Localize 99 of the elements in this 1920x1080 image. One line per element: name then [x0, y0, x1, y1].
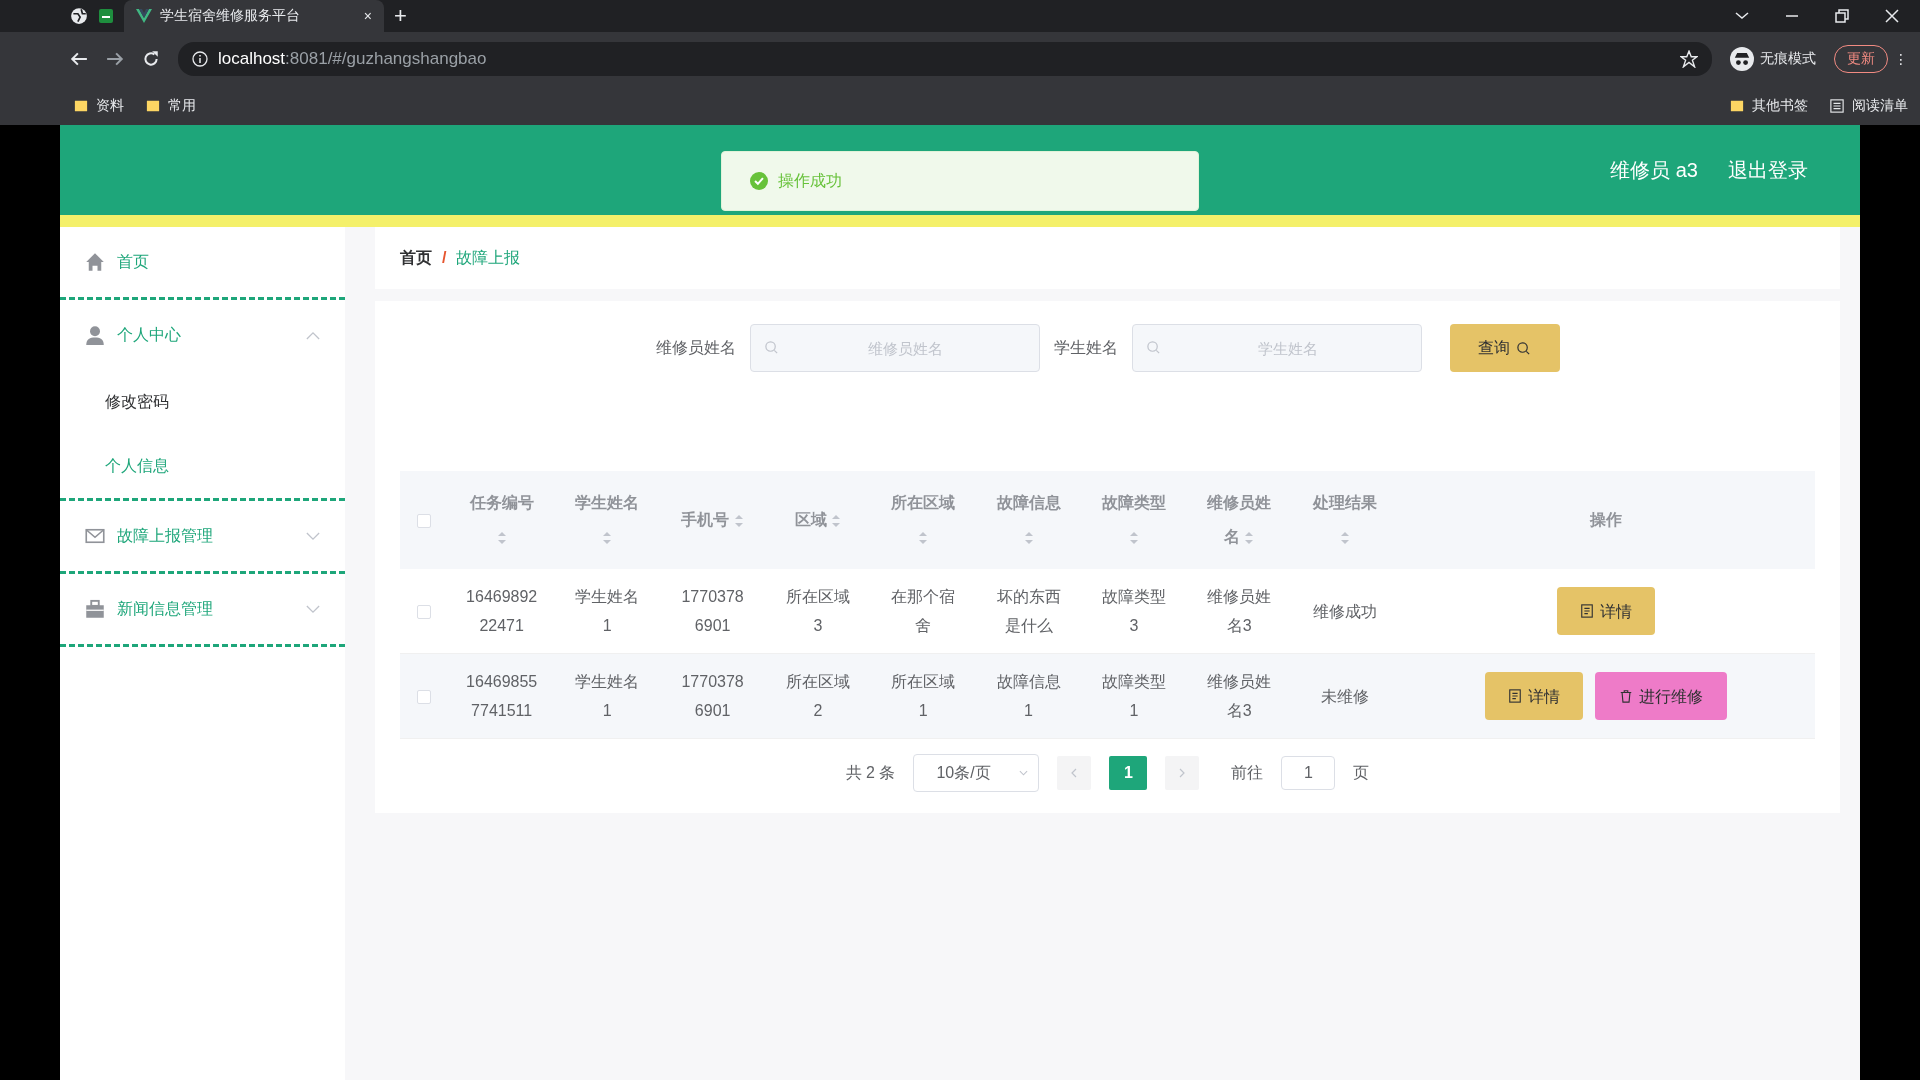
document-icon	[1508, 689, 1523, 703]
chevron-right-icon	[1179, 768, 1186, 778]
table-cell-text: 学生姓名1	[574, 672, 641, 721]
bookmark[interactable]: 阅读清单	[1830, 96, 1908, 115]
user-name: 维修员 a3	[1610, 157, 1698, 183]
menu-item[interactable]: 个人中心	[60, 300, 345, 370]
breadcrumb-link[interactable]: 故障上报	[456, 247, 521, 269]
table-cell-text: 维修员姓名3	[1206, 587, 1273, 636]
briefcase-icon	[85, 599, 105, 619]
next-page-button[interactable]	[1165, 756, 1200, 790]
logout-link[interactable]: 退出登录	[1728, 156, 1808, 184]
chevron-down-icon	[1019, 770, 1029, 776]
menu-item[interactable]: 新闻信息管理	[60, 574, 345, 644]
star-icon[interactable]	[1680, 50, 1698, 68]
globe-icon[interactable]	[70, 7, 88, 25]
prev-page-button[interactable]	[1057, 756, 1092, 790]
app-icon[interactable]	[98, 8, 114, 24]
url-text: localhost:8081/#/guzhangshangbao	[218, 49, 487, 69]
detail-button[interactable]: 详情	[1485, 672, 1584, 720]
sort-icon[interactable]	[602, 530, 613, 545]
folder-icon	[146, 98, 160, 113]
table-cell-text: 故障信息1	[995, 672, 1062, 721]
search-button[interactable]: 查询	[1449, 324, 1560, 372]
table-cell-text: 17703786901	[680, 672, 745, 721]
field-label: 学生姓名	[1053, 337, 1118, 358]
table-cell-text: 在那个宿舍	[890, 587, 957, 636]
column-header[interactable]: 操作	[1590, 503, 1623, 537]
back-icon[interactable]	[70, 50, 88, 68]
submenu-item[interactable]: 修改密码	[60, 370, 345, 434]
bookmark[interactable]: 其他书签	[1730, 96, 1808, 115]
check-circle-icon	[750, 172, 768, 190]
detail-button[interactable]: 详情	[1557, 587, 1656, 635]
chevron-up-icon	[306, 330, 320, 340]
checkbox[interactable]	[417, 513, 432, 528]
chevron-left-icon	[1071, 768, 1078, 778]
info-icon	[192, 51, 208, 67]
breadcrumb-separator: /	[442, 249, 447, 267]
submenu-item[interactable]: 个人信息	[60, 434, 345, 498]
checkbox[interactable]	[417, 690, 432, 705]
table-cell-text: 164698557741511	[465, 672, 539, 721]
reload-icon[interactable]	[142, 50, 160, 68]
table-cell-text: 所在区域3	[784, 587, 851, 636]
page-size-select[interactable]: 10条/页	[913, 754, 1040, 792]
table-cell-text: 维修员姓名3	[1206, 672, 1273, 721]
folder-icon	[74, 98, 88, 113]
close-icon[interactable]	[1884, 8, 1900, 24]
toast-message: 操作成功	[778, 170, 842, 191]
forward-icon[interactable]	[106, 50, 124, 68]
folder-icon	[1730, 98, 1744, 113]
search-icon	[1516, 340, 1531, 356]
restore-icon[interactable]	[1834, 8, 1850, 24]
menu-button[interactable]: ⋮	[1894, 51, 1908, 67]
document-icon	[1580, 604, 1595, 618]
goto-label: 前往	[1231, 762, 1264, 783]
tab-title: 学生宿舍维修服务平台	[160, 7, 301, 25]
sort-icon[interactable]	[918, 530, 929, 545]
sort-icon[interactable]	[1128, 530, 1139, 545]
chevron-down-icon	[306, 604, 320, 614]
envelope-icon	[85, 526, 105, 546]
vue-logo-icon	[136, 9, 152, 23]
bookmark[interactable]: 常用	[146, 96, 196, 115]
table-cell-text: 所在区域2	[784, 672, 851, 721]
breadcrumb-link[interactable]: 首页	[400, 247, 432, 269]
page-input[interactable]: 1	[1281, 756, 1336, 790]
user-icon	[85, 325, 105, 345]
table-cell-text: 未维修	[1319, 686, 1370, 707]
table-cell-text: 1646989222471	[465, 587, 539, 636]
menu-item[interactable]: 故障上报管理	[60, 501, 345, 571]
bookmark[interactable]: 资料	[74, 96, 124, 115]
sort-icon[interactable]	[1339, 530, 1350, 545]
field-label: 维修员姓名	[655, 337, 736, 358]
close-tab-button[interactable]: ×	[363, 8, 372, 24]
table-cell-text: 所在区域1	[890, 672, 957, 721]
total-count: 共 2 条	[845, 762, 896, 783]
sort-icon[interactable]	[733, 513, 744, 528]
table-cell-text: 坏的东西是什么	[995, 587, 1062, 636]
sort-icon[interactable]	[1244, 530, 1255, 545]
table-cell-text: 故障类型3	[1100, 587, 1167, 636]
chevron-down-icon	[306, 531, 320, 541]
sort-icon[interactable]	[1023, 530, 1034, 545]
incognito-label: 无痕模式	[1760, 50, 1816, 68]
checkbox[interactable]	[417, 605, 432, 620]
sort-icon[interactable]	[831, 513, 842, 528]
table-cell-text: 学生姓名1	[574, 587, 641, 636]
table-cell-text: 维修成功	[1311, 601, 1378, 622]
page-number[interactable]: 1	[1109, 756, 1148, 790]
repair-button[interactable]: 进行维修	[1595, 672, 1728, 720]
home-icon	[85, 252, 105, 272]
sort-icon[interactable]	[496, 530, 507, 545]
browser-tab[interactable]: 学生宿舍维修服务平台 ×	[124, 0, 384, 32]
trash-icon	[1619, 689, 1634, 703]
table-cell-text: 17703786901	[680, 587, 745, 636]
address-bar[interactable]: localhost:8081/#/guzhangshangbao	[178, 42, 1712, 76]
page-suffix: 页	[1353, 762, 1370, 783]
list-icon	[1830, 98, 1844, 113]
incognito-icon[interactable]	[1730, 47, 1754, 71]
new-tab-button[interactable]: +	[394, 3, 407, 29]
table-cell-text: 故障类型1	[1100, 672, 1167, 721]
menu-item[interactable]: 首页	[60, 227, 345, 297]
